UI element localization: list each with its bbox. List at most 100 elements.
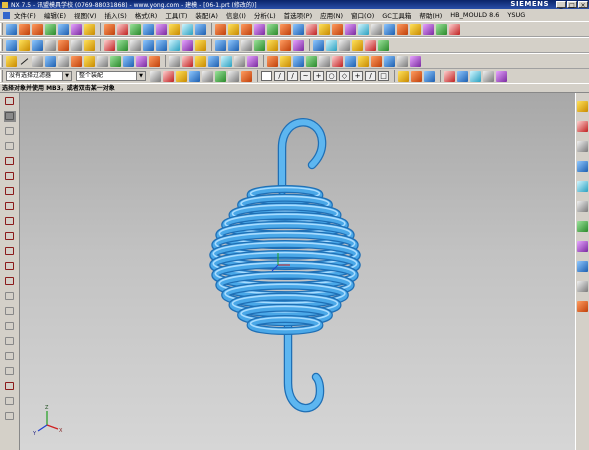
graphics-window[interactable]: Z X Y [20, 93, 575, 450]
minimize-button[interactable]: _ [556, 1, 566, 9]
rotate-view-icon[interactable] [169, 39, 180, 51]
menu-ysug[interactable]: YSUG [503, 11, 529, 19]
sketch-circle-icon[interactable] [4, 201, 16, 212]
subtract-icon[interactable] [117, 23, 128, 35]
bridge-curve-icon[interactable] [195, 55, 206, 67]
snap-arc-center-button[interactable]: ○ [326, 71, 337, 81]
chevron-down-icon[interactable]: ▼ [136, 72, 145, 80]
isoparametric-curve-icon[interactable] [267, 55, 278, 67]
save-icon[interactable] [32, 39, 43, 51]
revolve-icon[interactable] [32, 23, 43, 35]
print-icon[interactable] [45, 39, 56, 51]
select-feature-icon[interactable] [202, 70, 213, 82]
deviation-check-icon[interactable] [397, 55, 408, 67]
split-body-icon[interactable] [332, 23, 343, 35]
measure-distance-icon[interactable] [319, 55, 330, 67]
show-constraints-icon[interactable] [4, 411, 16, 422]
orient-wcs-icon[interactable] [398, 70, 409, 82]
sketch-chamfer-icon[interactable] [4, 231, 16, 242]
sketch-icon[interactable] [6, 23, 17, 35]
menu-application[interactable]: 应用(N) [316, 10, 347, 20]
rectangle-icon[interactable] [58, 55, 69, 67]
helix-icon[interactable] [123, 55, 134, 67]
part-navigator-icon[interactable] [577, 141, 588, 152]
menu-gc-toolkit[interactable]: GC工具箱 [378, 10, 415, 20]
top-view-icon[interactable] [293, 39, 304, 51]
resize-blend-icon[interactable] [410, 23, 421, 35]
snap-end-point-button[interactable]: / [274, 71, 285, 81]
snap-intersection-button[interactable]: + [313, 71, 324, 81]
select-all-icon[interactable] [163, 70, 174, 82]
edit-object-display-icon[interactable] [457, 70, 468, 82]
toolbar-grip[interactable] [0, 70, 3, 82]
intersect-icon[interactable] [130, 23, 141, 35]
text-icon[interactable] [97, 55, 108, 67]
sketch-tool-icon[interactable] [4, 96, 16, 107]
open-file-icon[interactable] [19, 39, 30, 51]
system-materials-icon[interactable] [577, 221, 588, 232]
roles-icon[interactable] [577, 281, 588, 292]
snap-mid-point-button[interactable]: / [287, 71, 298, 81]
section-curve-icon[interactable] [280, 55, 291, 67]
curve-rule-icon[interactable] [215, 70, 226, 82]
check-geometry-icon[interactable] [358, 55, 369, 67]
arc-icon[interactable] [32, 55, 43, 67]
mirror-face-icon[interactable] [449, 23, 460, 35]
menu-format[interactable]: 格式(R) [131, 10, 162, 20]
curve-length-icon[interactable] [247, 55, 258, 67]
through-curves-icon[interactable] [293, 23, 304, 35]
hide-icon[interactable] [365, 39, 376, 51]
body-select-icon[interactable] [241, 70, 252, 82]
front-view-icon[interactable] [280, 39, 291, 51]
system-scenes-icon[interactable] [577, 241, 588, 252]
dimension-icon[interactable] [4, 396, 16, 407]
quick-trim-icon[interactable] [4, 336, 16, 347]
snap-existing-point-button[interactable]: + [352, 71, 363, 81]
trim-sheet-icon[interactable] [345, 23, 356, 35]
chamfer-icon[interactable] [169, 23, 180, 35]
offset-sketch-curve-icon[interactable] [4, 291, 16, 302]
sketch-spline-icon[interactable] [4, 156, 16, 167]
wcs-dynamic-icon[interactable] [411, 70, 422, 82]
general-select-icon[interactable] [150, 70, 161, 82]
menu-window[interactable]: 窗口(O) [347, 10, 378, 20]
zoom-icon[interactable] [156, 39, 167, 51]
wrap-curve-icon[interactable] [306, 55, 317, 67]
reuse-library-icon[interactable] [577, 161, 588, 172]
maximize-button[interactable]: □ [567, 1, 577, 9]
menu-preferences[interactable]: 首选项(P) [280, 10, 317, 20]
sketch-pattern-icon[interactable] [4, 306, 16, 317]
sketch-polygon-icon[interactable] [4, 261, 16, 272]
join-curve-icon[interactable] [208, 55, 219, 67]
selection-scope-dropdown[interactable]: 整个装配 ▼ [76, 71, 146, 81]
color-icon[interactable] [444, 70, 455, 82]
offset-curve-icon[interactable] [149, 55, 160, 67]
selected-tool-icon[interactable] [3, 111, 16, 122]
close-button[interactable]: × [578, 1, 588, 9]
redo-icon[interactable] [117, 39, 128, 51]
snap-control-point-button[interactable]: ~ [300, 71, 311, 81]
extract-geometry-icon[interactable] [280, 23, 291, 35]
menu-assemblies[interactable]: 装配(A) [191, 10, 222, 20]
sketch-arc-icon[interactable] [4, 186, 16, 197]
menu-edit[interactable]: 编辑(E) [40, 10, 70, 20]
menu-view[interactable]: 视图(V) [70, 10, 101, 20]
edge-blend-icon[interactable] [156, 23, 167, 35]
training-icon[interactable] [577, 301, 588, 312]
swept-icon[interactable] [306, 23, 317, 35]
draft-icon[interactable] [195, 23, 206, 35]
offset-face-icon[interactable] [241, 23, 252, 35]
toolbar-grip[interactable] [0, 39, 3, 51]
trim-curve-icon[interactable] [221, 55, 232, 67]
fit-view-icon[interactable] [143, 39, 154, 51]
boss-icon[interactable] [71, 23, 82, 35]
pocket-icon[interactable] [84, 23, 95, 35]
finish-sketch-icon[interactable] [4, 126, 16, 137]
history-icon[interactable] [577, 201, 588, 212]
menu-information[interactable]: 信息(I) [222, 10, 250, 20]
thicken-icon[interactable] [254, 23, 265, 35]
extrude-icon[interactable] [19, 23, 30, 35]
section-view-icon[interactable] [313, 39, 324, 51]
new-file-icon[interactable] [6, 39, 17, 51]
chevron-down-icon[interactable]: ▼ [62, 72, 71, 80]
